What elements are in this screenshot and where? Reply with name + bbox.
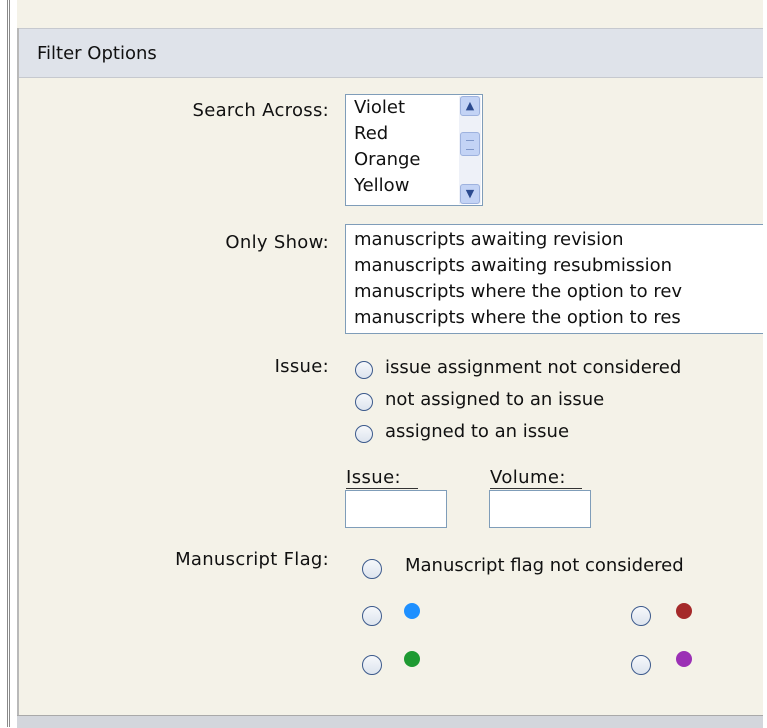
search-across-option[interactable]: Orange — [354, 147, 421, 173]
manuscript-flag-label: Manuscript Flag: — [175, 549, 329, 570]
bottom-strip — [17, 715, 763, 728]
scroll-down-icon[interactable]: ▼ — [460, 184, 480, 204]
panel-title: Filter Options — [37, 43, 157, 64]
scroll-thumb[interactable] — [460, 132, 480, 156]
issue-not-considered-radio[interactable] — [355, 361, 373, 379]
flag-not-considered-radio[interactable] — [362, 559, 382, 579]
search-across-option[interactable]: Yellow — [354, 173, 409, 199]
flag-purple-radio[interactable] — [631, 655, 651, 675]
issue-number-input[interactable] — [345, 490, 447, 528]
listbox-scrollbar[interactable]: ▲ ▼ — [459, 96, 481, 204]
issue-label: Issue: — [274, 356, 329, 377]
flag-not-considered-label: Manuscript flag not considered — [405, 555, 684, 576]
issue-field-underline — [346, 488, 418, 489]
issue-not-considered-label: issue assignment not considered — [385, 357, 682, 378]
blue-flag-dot-icon — [404, 603, 420, 619]
issue-not-assigned-label: not assigned to an issue — [385, 389, 605, 410]
scroll-up-icon[interactable]: ▲ — [460, 96, 480, 116]
issue-not-assigned-radio[interactable] — [355, 393, 373, 411]
only-show-listbox[interactable]: manuscripts awaiting revision manuscript… — [345, 224, 763, 334]
top-strip — [17, 0, 763, 29]
issue-assigned-label: assigned to an issue — [385, 421, 570, 442]
filter-options-panel: Filter Options Search Across: Violet Red… — [17, 28, 763, 715]
purple-flag-dot-icon — [676, 651, 692, 667]
panel-header: Filter Options — [19, 28, 763, 78]
issue-assigned-radio[interactable] — [355, 425, 373, 443]
green-flag-dot-icon — [404, 651, 420, 667]
volume-field-label: Volume: — [490, 467, 566, 488]
flag-blue-radio[interactable] — [362, 606, 382, 626]
volume-number-input[interactable] — [489, 490, 591, 528]
issue-field-label: Issue: — [346, 467, 402, 488]
flag-green-radio[interactable] — [362, 655, 382, 675]
volume-field-underline — [490, 488, 582, 489]
only-show-option[interactable]: manuscripts awaiting resubmission — [354, 253, 672, 279]
search-across-option[interactable]: Violet — [354, 95, 405, 121]
search-across-listbox[interactable]: Violet Red Orange Yellow ▲ ▼ — [345, 94, 483, 206]
only-show-option[interactable]: manuscripts awaiting revision — [354, 227, 624, 253]
only-show-label: Only Show: — [225, 232, 329, 253]
only-show-option[interactable]: manuscripts where the option to rev — [354, 279, 682, 305]
search-across-label: Search Across: — [192, 100, 329, 121]
only-show-option[interactable]: manuscripts where the option to res — [354, 305, 681, 331]
flag-dark-red-radio[interactable] — [631, 606, 651, 626]
dark-red-flag-dot-icon — [676, 603, 692, 619]
search-across-option[interactable]: Red — [354, 121, 388, 147]
